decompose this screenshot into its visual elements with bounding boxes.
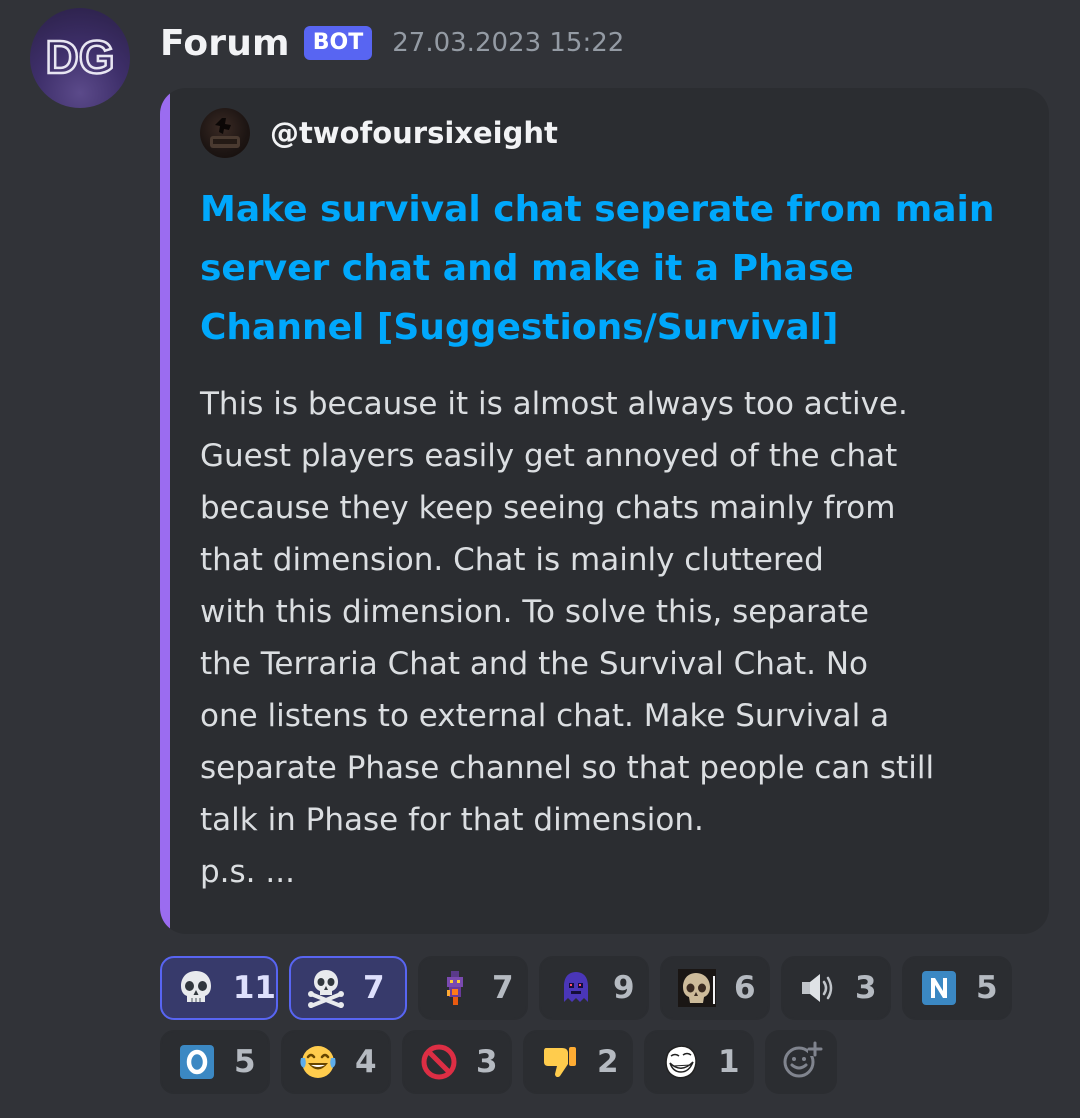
reaction-count: 7 bbox=[363, 970, 385, 1006]
message: DG Forum BOT 27.03.2023 15:22 @twofoursi… bbox=[0, 0, 1080, 1118]
reaction-count: 3 bbox=[855, 970, 877, 1006]
reaction-count: 2 bbox=[597, 1044, 619, 1080]
embed-accent-bar bbox=[160, 88, 170, 934]
reaction-skull-crossbones[interactable]: 7 bbox=[289, 956, 407, 1020]
o-letter-icon bbox=[176, 1041, 218, 1083]
reaction-count: 4 bbox=[355, 1044, 377, 1080]
bot-tag: BOT bbox=[303, 26, 373, 60]
reaction-realistic-skull[interactable]: 6 bbox=[660, 956, 770, 1020]
reaction-count: 1 bbox=[718, 1044, 740, 1080]
speaker-icon bbox=[797, 967, 839, 1009]
reaction-crying-laughing[interactable]: 4 bbox=[281, 1030, 391, 1094]
reaction-speaker[interactable]: 3 bbox=[781, 956, 891, 1020]
skull-icon bbox=[176, 967, 217, 1009]
reaction-row: 5 4 3 2 1 bbox=[160, 1030, 1060, 1094]
author-name[interactable]: Forum bbox=[160, 23, 290, 64]
embed-author-name[interactable]: @twofoursixeight bbox=[270, 116, 558, 150]
purple-ghost-icon bbox=[555, 967, 597, 1009]
reaction-count: 6 bbox=[734, 970, 756, 1006]
reactions: 11 7 7 9 6 3 5 5 4 3 2 1 bbox=[160, 956, 1060, 1104]
reaction-count: 9 bbox=[613, 970, 635, 1006]
avatar-initials: DG bbox=[46, 31, 115, 83]
reaction-count: 5 bbox=[234, 1044, 256, 1080]
reaction-thumbs-down[interactable]: 2 bbox=[523, 1030, 633, 1094]
embed: @twofoursixeight Make survival chat sepe… bbox=[160, 88, 1049, 934]
reaction-troll-face[interactable]: 1 bbox=[644, 1030, 754, 1094]
avatar[interactable]: DG bbox=[30, 8, 130, 108]
reaction-n-letter[interactable]: 5 bbox=[902, 956, 1012, 1020]
message-header: Forum BOT 27.03.2023 15:22 bbox=[160, 18, 624, 68]
n-letter-icon bbox=[918, 967, 960, 1009]
embed-author-icon bbox=[200, 108, 250, 158]
reaction-count: 3 bbox=[476, 1044, 498, 1080]
crying-laughing-icon bbox=[297, 1041, 339, 1083]
prohibited-icon bbox=[418, 1041, 460, 1083]
reaction-o-letter[interactable]: 5 bbox=[160, 1030, 270, 1094]
realistic-skull-icon bbox=[676, 967, 718, 1009]
embed-title-link[interactable]: Make survival chat seperate from main se… bbox=[200, 180, 1020, 357]
fire-imp-icon bbox=[434, 967, 476, 1009]
reaction-count: 5 bbox=[976, 970, 998, 1006]
reaction-count: 7 bbox=[492, 970, 514, 1006]
reaction-prohibited[interactable]: 3 bbox=[402, 1030, 512, 1094]
embed-description: This is because it is almost always too … bbox=[200, 386, 935, 890]
reaction-purple-ghost[interactable]: 9 bbox=[539, 956, 649, 1020]
skull-crossbones-icon bbox=[305, 967, 347, 1009]
thumbs-down-icon bbox=[539, 1041, 581, 1083]
troll-face-icon bbox=[660, 1041, 702, 1083]
reaction-row: 11 7 7 9 6 3 5 bbox=[160, 956, 1060, 1020]
add-reaction-icon bbox=[779, 1038, 823, 1086]
add-reaction-button[interactable] bbox=[765, 1030, 837, 1094]
embed-author: @twofoursixeight bbox=[200, 108, 558, 158]
reaction-skull[interactable]: 11 bbox=[160, 956, 278, 1020]
reaction-fire-imp[interactable]: 7 bbox=[418, 956, 528, 1020]
reaction-count: 11 bbox=[232, 970, 276, 1006]
timestamp[interactable]: 27.03.2023 15:22 bbox=[392, 28, 624, 58]
